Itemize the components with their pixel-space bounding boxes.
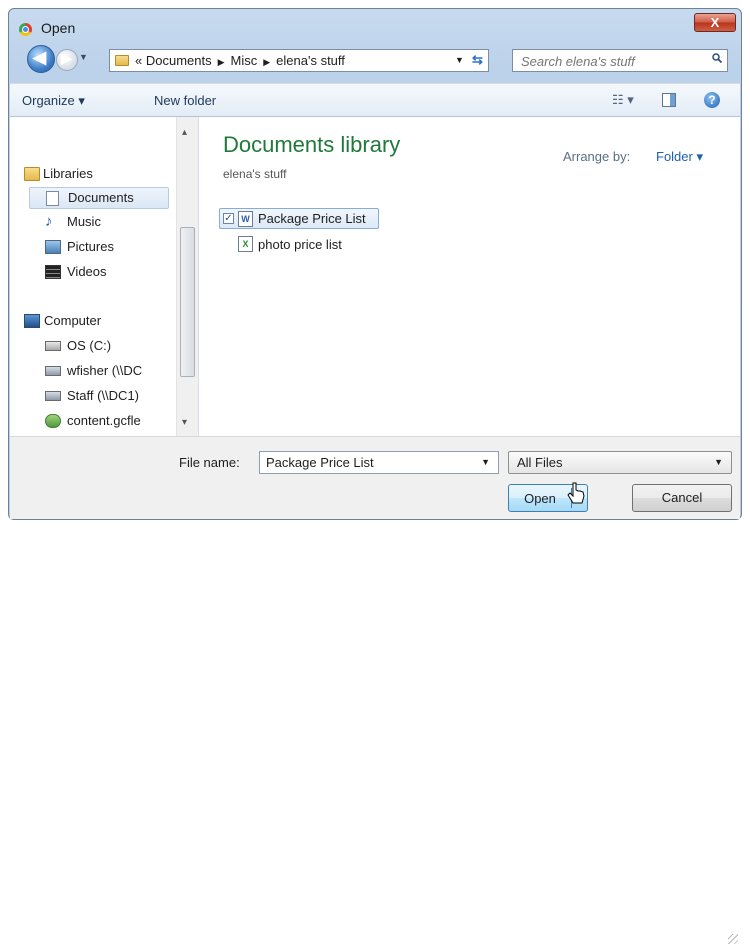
open-file-dialog: Open X ◀ ▶ ▼ « Documents ▶ Misc ▶ elena's st… [8,8,742,944]
title-bar[interactable]: Open X [9,9,741,45]
scroll-up-icon[interactable]: ▴ [182,127,187,138]
breadcrumb-item-misc[interactable]: Misc [231,53,258,68]
change-view-button[interactable]: ☷ ▾ [612,92,634,108]
sidebar-item-label: Music [67,214,101,229]
videos-icon [45,265,61,279]
file-type-value: All Files [517,455,563,470]
navigation-scrollbar[interactable]: ▴ ▾ [176,117,198,436]
network-drive-icon [45,366,61,376]
sidebar-item-libraries[interactable]: Libraries [21,163,171,185]
sidebar-item-pictures[interactable]: Pictures [45,236,175,258]
breadcrumb-item-elenas-stuff[interactable]: elena's stuff [276,53,345,68]
file-item[interactable]: X photo price list [219,234,379,255]
sidebar-item-label: Documents [68,190,134,205]
scroll-down-icon[interactable]: ▾ [182,417,187,428]
forward-button[interactable]: ▶ [56,49,78,71]
sidebar-item-videos[interactable]: Videos [45,261,175,283]
music-icon: ♪ [45,213,53,230]
sidebar-item-os-drive[interactable]: OS (C:) [45,335,175,357]
breadcrumb-item-documents[interactable]: Documents [146,53,212,68]
file-item[interactable]: ✓ W Package Price List [219,208,379,229]
mouse-cursor-icon [567,482,585,504]
breadcrumb-overflow[interactable]: « [135,53,142,68]
back-button[interactable]: ◀ [27,45,55,73]
sidebar-item-label: OS (C:) [67,338,112,353]
pictures-icon [45,240,61,254]
close-button[interactable]: X [694,13,736,32]
file-list-pane: Documents library elena's stuff Arrange … [199,117,740,436]
file-type-dropdown-icon[interactable]: ▼ [714,457,723,467]
sidebar-item-label: Videos [67,264,107,279]
open-button-label: Open [524,491,556,506]
file-type-select[interactable]: All Files ▼ [508,451,732,474]
file-name: Package Price List [258,211,366,226]
breadcrumb-chevron-icon[interactable]: ▶ [263,57,270,67]
command-bar: Organize ▾ New folder ☷ ▾ ? [10,83,740,117]
file-name-combobox[interactable]: ▼ [259,451,499,474]
network-share-icon [45,414,61,428]
sidebar-item-content-share[interactable]: content.gcfle [45,410,175,432]
sidebar-item-computer[interactable]: Computer [21,310,171,332]
search-box[interactable] [512,49,728,72]
cancel-button[interactable]: Cancel [632,484,732,512]
document-icon [46,191,59,206]
back-arrow-icon: ◀ [33,48,47,67]
arrange-by-dropdown[interactable]: Folder ▾ [656,149,703,165]
address-bar[interactable]: « Documents ▶ Misc ▶ elena's stuff ▼ ⇆ [109,49,489,72]
sidebar-item-music[interactable]: ♪ Music [45,211,175,233]
sidebar-item-network-wfisher[interactable]: wfisher (\\DC [45,360,175,382]
breadcrumb-chevron-icon[interactable]: ▶ [218,57,225,67]
drive-icon [45,341,61,351]
sidebar-item-documents[interactable]: Documents [29,187,169,209]
sidebar-item-label: Computer [44,313,102,328]
forward-arrow-icon: ▶ [61,50,72,66]
file-name-dropdown-icon[interactable]: ▼ [481,457,490,467]
sidebar-item-label: Pictures [67,239,114,254]
search-input[interactable] [519,52,703,70]
window-title: Open [41,20,76,36]
navigation-pane: Libraries Documents ♪ Music Pictures Vid… [10,117,199,436]
libraries-icon [24,167,40,181]
sidebar-item-label: wfisher (\\DC [67,363,143,378]
file-name-label: File name: [179,455,240,470]
computer-icon [24,314,40,328]
chrome-app-icon [19,23,32,36]
address-dropdown-icon[interactable]: ▼ [455,55,464,65]
file-name: photo price list [258,237,342,252]
scrollbar-thumb[interactable] [180,227,195,377]
file-name-input[interactable] [264,454,468,471]
recent-locations-dropdown[interactable]: ▼ [79,52,88,62]
library-title: Documents library [223,132,401,157]
breadcrumb: « Documents ▶ Misc ▶ elena's stuff [135,53,345,68]
organize-button[interactable]: Organize ▾ [22,93,85,109]
checkbox-checked-icon[interactable]: ✓ [223,213,234,224]
folder-icon [115,55,129,66]
dialog-footer: File name: ▼ All Files ▼ Open ▼ Cancel [10,436,740,944]
arrange-by-label: Arrange by: [563,149,631,164]
refresh-icon[interactable]: ⇆ [472,52,483,68]
network-drive-icon [45,391,61,401]
preview-pane-icon[interactable] [662,93,676,107]
sidebar-item-label: Libraries [43,166,93,181]
sidebar-item-label: Staff (\\DC1) [67,388,140,403]
sidebar-item-label: content.gcfle [67,413,141,428]
new-folder-button[interactable]: New folder [154,93,216,108]
sidebar-item-network-staff[interactable]: Staff (\\DC1) [45,385,175,407]
library-subtitle: elena's stuff [223,167,287,181]
resize-grip[interactable] [728,934,738,944]
word-document-icon: W [238,211,253,227]
help-icon[interactable]: ? [704,92,720,108]
search-icon[interactable] [712,53,722,63]
excel-spreadsheet-icon: X [238,236,253,252]
